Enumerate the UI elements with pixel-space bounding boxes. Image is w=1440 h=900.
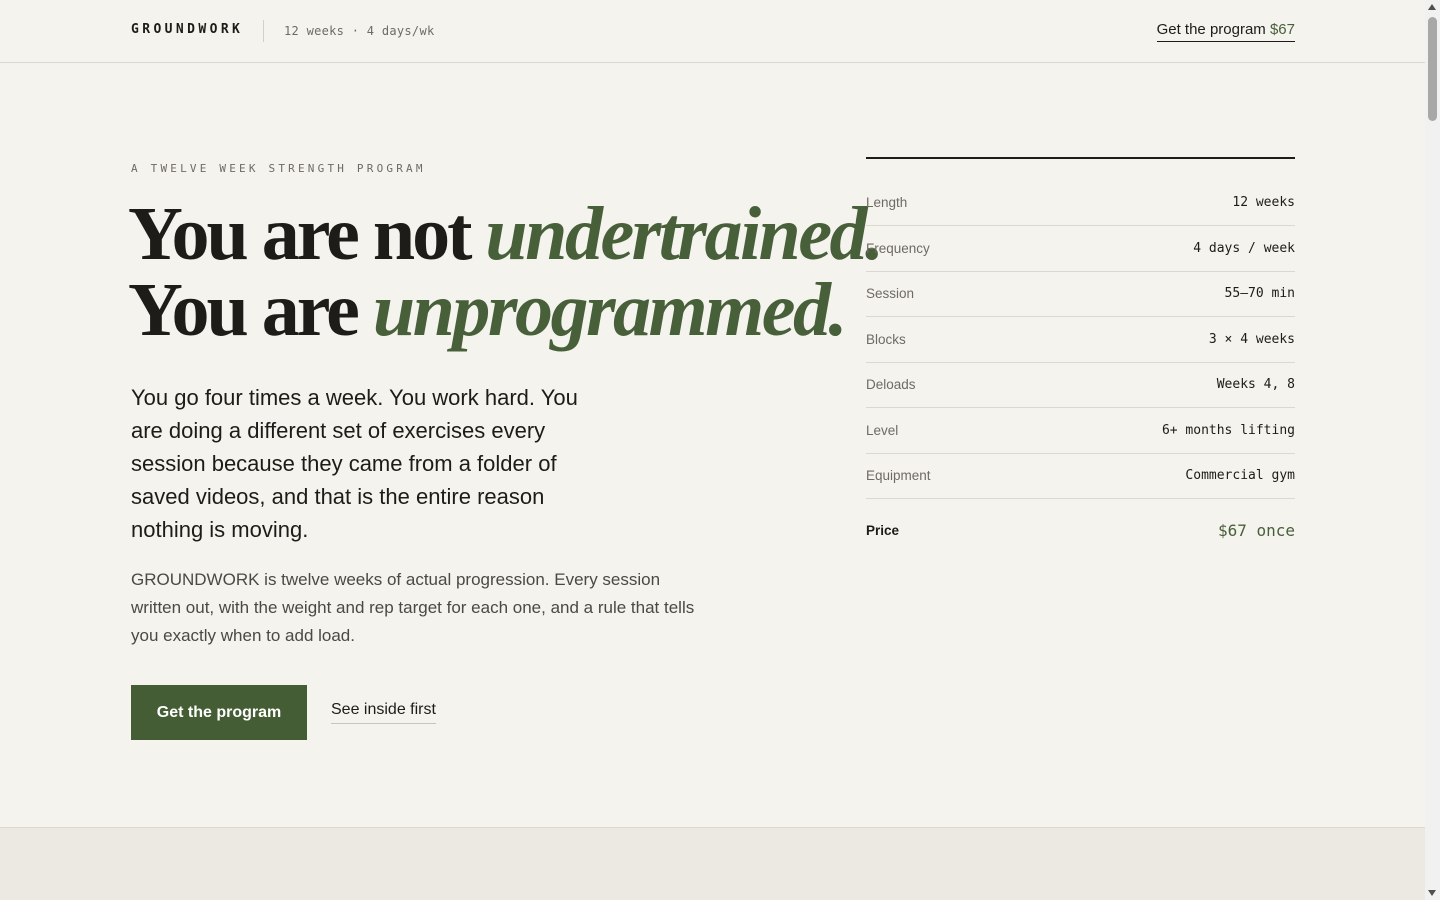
headline-line-1-emphasis: undertrained. <box>485 192 884 276</box>
scroll-up-arrow-icon[interactable] <box>1428 4 1436 10</box>
spec-label: Session <box>866 286 915 301</box>
spec-row-equipment: Equipment Commercial gym <box>866 454 1295 499</box>
vertical-scrollbar[interactable] <box>1425 0 1440 900</box>
hero-eyebrow: A TWELVE WEEK STRENGTH PROGRAM <box>131 162 426 175</box>
headline-line-2-plain: You are <box>128 268 373 352</box>
spec-label: Deloads <box>866 377 916 392</box>
spec-row-length: Length 12 weeks <box>866 159 1295 226</box>
get-program-button[interactable]: Get the program <box>131 685 307 740</box>
header-cta-label: Get the program <box>1156 21 1266 38</box>
headline-line-2: You are unprogrammed. <box>128 272 882 348</box>
price-label: Price <box>866 523 900 538</box>
price-value: $67 once <box>1217 521 1295 540</box>
spec-row-level: Level 6+ months lifting <box>866 408 1295 454</box>
spec-row-session: Session 55–70 min <box>866 272 1295 317</box>
spec-value: 55–70 min <box>1224 286 1295 301</box>
spec-label: Blocks <box>866 331 906 347</box>
program-meta: 12 weeks · 4 days/wk <box>284 24 435 38</box>
hero-body: GROUNDWORK is twelve weeks of actual pro… <box>131 570 695 645</box>
header-cta-price: $67 <box>1269 21 1295 38</box>
spec-label: Level <box>866 422 899 438</box>
see-inside-link[interactable]: See inside first <box>331 701 436 724</box>
spec-label: Length <box>866 195 908 210</box>
next-section <box>0 827 1425 900</box>
headline-line-1: You are not undertrained. <box>128 196 884 272</box>
headline-line-2-emphasis: unprogrammed. <box>372 268 848 352</box>
nav-divider <box>263 20 264 42</box>
brand-logo[interactable]: GROUNDWORK <box>131 22 243 37</box>
spec-value: Weeks 4, 8 <box>1216 377 1295 392</box>
spec-value: Commercial gym <box>1185 468 1295 483</box>
header-get-program-link[interactable]: Get the program $67 <box>1156 21 1295 42</box>
scroll-down-arrow-icon[interactable] <box>1428 890 1436 896</box>
spec-value: 6+ months lifting <box>1161 422 1295 438</box>
headline-line-1-plain: You are not <box>128 192 486 276</box>
spec-label: Frequency <box>866 240 930 256</box>
top-nav: GROUNDWORK 12 weeks · 4 days/wk Get the … <box>0 0 1425 63</box>
hero-lead: You go four times a week. You work hard.… <box>131 385 578 542</box>
spec-row-blocks: Blocks 3 × 4 weeks <box>866 317 1295 363</box>
program-spec-table: Length 12 weeks Frequency 4 days / week … <box>866 157 1295 552</box>
spec-value: 12 weeks <box>1232 195 1295 210</box>
spec-label: Equipment <box>866 468 931 483</box>
spec-row-price: Price $67 once <box>866 499 1295 552</box>
spec-row-frequency: Frequency 4 days / week <box>866 226 1295 272</box>
spec-value: 3 × 4 weeks <box>1208 331 1295 347</box>
spec-row-deloads: Deloads Weeks 4, 8 <box>866 363 1295 408</box>
page: GROUNDWORK 12 weeks · 4 days/wk Get the … <box>0 0 1425 900</box>
scrollbar-thumb[interactable] <box>1428 17 1437 121</box>
hero-headline: You are not undertrained. You are unprog… <box>128 196 884 348</box>
spec-value: 4 days / week <box>1193 240 1295 256</box>
